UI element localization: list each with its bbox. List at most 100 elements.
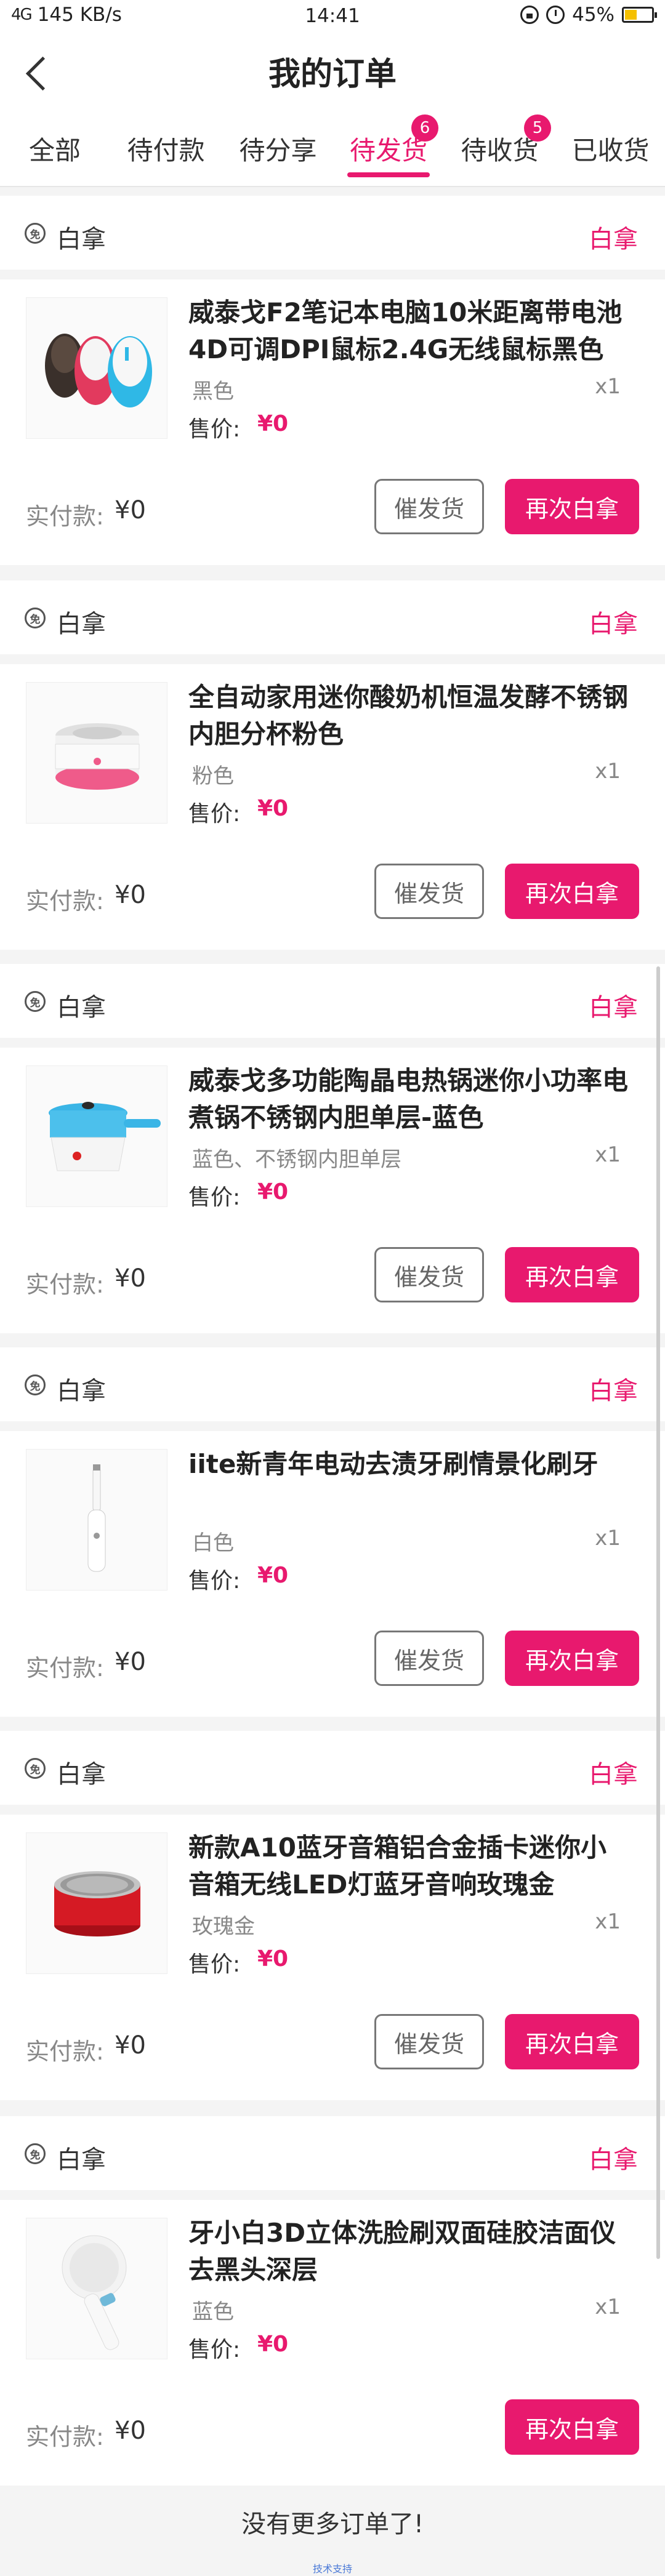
reorder-button[interactable]: 再次白拿	[505, 864, 639, 919]
order-header: 免白拿 白拿	[0, 1347, 665, 1421]
product-quantity: x1	[595, 1142, 621, 1167]
product-name[interactable]: 威泰戈F2笔记本电脑10米距离带电池4D可调DPI鼠标2.4G无线鼠标黑色	[188, 294, 632, 368]
tab-label: 已收货	[571, 135, 650, 166]
price-label: 售价:	[188, 1952, 241, 1977]
remind-shipment-button[interactable]: 催发货	[374, 2014, 484, 2069]
battery-percent: 45%	[572, 4, 615, 26]
divider	[0, 654, 665, 664]
free-shop-icon: 免	[25, 608, 46, 628]
price-label: 售价:	[188, 417, 241, 442]
order-card[interactable]: 免白拿 白拿 牙小白3D立体洗脸刷双面硅胶洁面仪去黑头深层 蓝色 x1 售价: ¥0 实付款:…	[0, 2116, 665, 2486]
tab-pending-receipt[interactable]: 待收货 5	[443, 111, 556, 186]
product-variant: 蓝色	[192, 2300, 234, 2324]
order-status: 白拿	[589, 2146, 638, 2174]
battery-icon	[622, 7, 657, 23]
paid-amount: ¥0	[115, 1648, 146, 1676]
product-name[interactable]: 全自动家用迷你酸奶机恒温发酵不锈钢内胆分杯粉色	[188, 679, 632, 753]
product-variant: 蓝色、不锈钢内胆单层	[192, 1147, 401, 1172]
free-shop-icon: 免	[25, 991, 46, 1012]
order-header: 免白拿 白拿	[0, 1731, 665, 1805]
product-price: ¥0	[257, 2332, 289, 2357]
paid-amount: ¥0	[115, 2417, 146, 2445]
product-quantity: x1	[595, 759, 621, 784]
price-label: 售价:	[188, 801, 241, 827]
product-price: ¥0	[257, 1946, 289, 1972]
order-status: 白拿	[589, 993, 638, 1022]
paid-label: 实付款:	[26, 888, 104, 915]
remind-shipment-button[interactable]: 催发货	[374, 1247, 484, 1302]
order-card[interactable]: 免白拿 白拿 威泰戈多功能陶晶电热锅迷你小功率电煮锅不锈钢内胆单层-蓝色 蓝色、不锈钢…	[0, 964, 665, 1333]
product-name[interactable]: 威泰戈多功能陶晶电热锅迷你小功率电煮锅不锈钢内胆单层-蓝色	[188, 1062, 632, 1136]
tab-pending-shipment[interactable]: 待发货 6	[334, 111, 443, 186]
tab-count-badge: 6	[411, 114, 438, 142]
shop-name[interactable]: 白拿	[57, 2140, 106, 2175]
product-image[interactable]	[26, 682, 167, 824]
tab-count-badge: 5	[524, 114, 551, 142]
order-header: 免白拿 白拿	[0, 580, 665, 654]
order-status: 白拿	[589, 225, 638, 254]
product-name[interactable]: 新款A10蓝牙音箱铝合金插卡迷你小音箱无线LED灯蓝牙音响玫瑰金	[188, 1829, 632, 1903]
reorder-button[interactable]: 再次白拿	[505, 2014, 639, 2069]
product-name[interactable]: iite新青年电动去渍牙刷情景化刷牙	[188, 1446, 632, 1483]
alarm-icon	[546, 6, 565, 24]
shop-name[interactable]: 白拿	[57, 987, 106, 1023]
shop-name[interactable]: 白拿	[57, 1371, 106, 1406]
product-variant: 粉色	[192, 764, 234, 788]
tab-pending-share[interactable]: 待分享	[222, 111, 334, 186]
order-status: 白拿	[589, 1760, 638, 1789]
product-price: ¥0	[257, 796, 289, 821]
price-label: 售价:	[188, 2337, 241, 2362]
product-image[interactable]	[26, 1449, 167, 1591]
paid-label: 实付款:	[26, 1271, 104, 1298]
reorder-button[interactable]: 再次白拿	[505, 1247, 639, 1302]
order-header: 免白拿 白拿	[0, 964, 665, 1038]
reorder-button[interactable]: 再次白拿	[505, 479, 639, 534]
reorder-button[interactable]: 再次白拿	[505, 2399, 639, 2455]
shop-name[interactable]: 白拿	[57, 219, 106, 255]
free-shop-icon: 免	[25, 1758, 46, 1779]
free-shop-icon: 免	[25, 1374, 46, 1395]
app-header: 我的订单	[0, 34, 665, 111]
order-card[interactable]: 免白拿 白拿全自动家用迷你酸奶机恒温发酵不锈钢内胆分杯粉色粉色 x1 售价: ¥0 实付款…	[0, 580, 665, 950]
tab-all[interactable]: 全部	[0, 111, 110, 186]
order-status: 白拿	[589, 1377, 638, 1405]
tab-label: 全部	[28, 135, 81, 166]
remind-shipment-button[interactable]: 催发货	[374, 479, 484, 534]
paid-amount: ¥0	[115, 881, 146, 909]
product-variant: 黑色	[192, 379, 234, 404]
product-image[interactable]	[26, 1832, 167, 1974]
scrollbar[interactable]	[656, 966, 660, 2259]
battery-level	[625, 10, 637, 20]
product-image[interactable]	[26, 1065, 167, 1207]
divider	[0, 270, 665, 279]
divider	[0, 1038, 665, 1048]
order-card[interactable]: 免白拿 白拿 威泰戈F2笔记本电脑10米距离带电池4D可调DPI鼠标2.4G无线鼠标…	[0, 196, 665, 565]
product-quantity: x1	[595, 2295, 621, 2319]
order-header: 免白拿 白拿	[0, 2116, 665, 2190]
product-variant: 玫瑰金	[192, 1914, 255, 1939]
product-price: ¥0	[257, 411, 289, 436]
remind-shipment-button[interactable]: 催发货	[374, 1631, 484, 1686]
shop-name[interactable]: 白拿	[57, 604, 106, 640]
paid-label: 实付款:	[26, 2038, 104, 2065]
order-card[interactable]: 免白拿 白拿 新款A10蓝牙音箱铝合金插卡迷你小音箱无线LED灯蓝牙音响玫瑰金 玫瑰金…	[0, 1731, 665, 2100]
shop-name[interactable]: 白拿	[57, 1754, 106, 1790]
remind-shipment-button[interactable]: 催发货	[374, 864, 484, 919]
product-image[interactable]	[26, 2218, 167, 2359]
price-label: 售价:	[188, 1568, 241, 1594]
reorder-button[interactable]: 再次白拿	[505, 1631, 639, 1686]
product-quantity: x1	[595, 1909, 621, 1934]
tab-received[interactable]: 已收货	[556, 111, 665, 186]
free-shop-icon: 免	[25, 223, 46, 244]
divider	[0, 2190, 665, 2200]
product-name[interactable]: 牙小白3D立体洗脸刷双面硅胶洁面仪去黑头深层	[188, 2215, 632, 2289]
status-right: 45%	[520, 4, 657, 26]
order-card[interactable]: 免白拿 白拿 iite新青年电动去渍牙刷情景化刷牙 白色 x1 售价: ¥0 实付款: ¥0 催发…	[0, 1347, 665, 1717]
product-image[interactable]	[26, 297, 167, 439]
product-quantity: x1	[595, 1526, 621, 1551]
free-shop-icon: 免	[25, 2143, 46, 2164]
tab-pending-payment[interactable]: 待付款	[110, 111, 222, 186]
price-label: 售价:	[188, 1185, 241, 1210]
footer-support-text: 技术支持	[312, 2563, 352, 2575]
paid-label: 实付款:	[26, 2423, 104, 2450]
